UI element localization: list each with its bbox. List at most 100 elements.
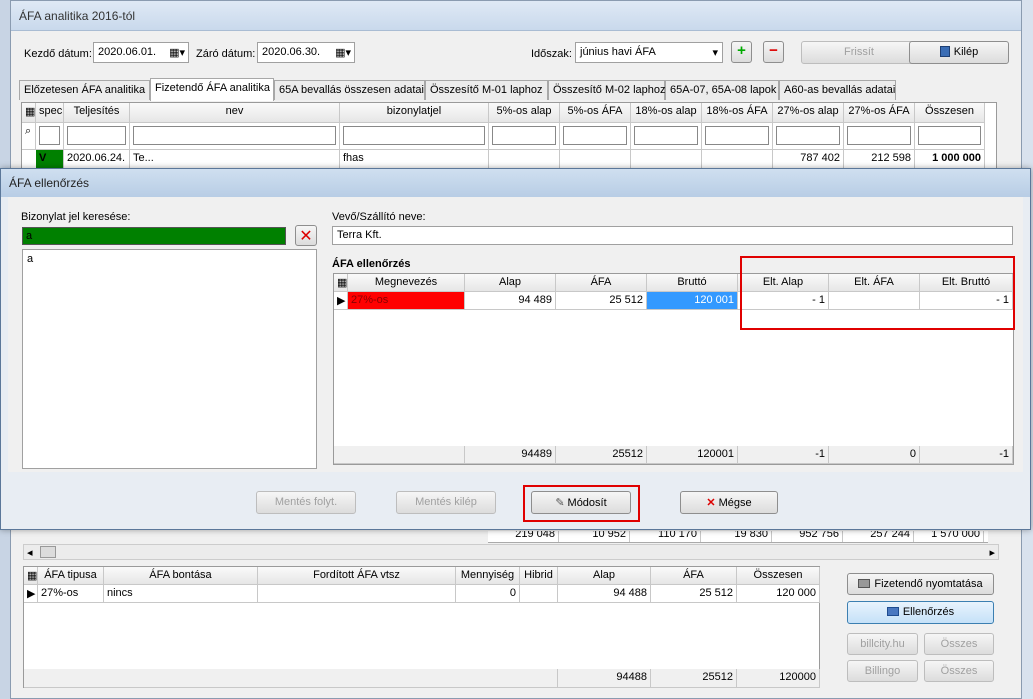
table-row-nev[interactable]: Te... (130, 150, 340, 169)
bottom-grid[interactable]: ▦ ÁFA tipusa ÁFA bontása Fordított ÁFA v… (23, 566, 820, 688)
tab-a60[interactable]: A60-as bevallás adatai (779, 80, 896, 100)
filter-5-alap[interactable] (489, 123, 560, 150)
scroll-left-icon[interactable]: ◂ (27, 546, 33, 559)
scroll-thumb[interactable] (40, 546, 56, 558)
end-date-field[interactable]: 2020.06.30. ▦▾ (257, 42, 355, 63)
table-row-megnevezes[interactable]: 27%-os (348, 292, 465, 310)
table-row-27-afa[interactable]: 212 598 (844, 150, 915, 169)
print-button[interactable]: Fizetendő nyomtatása (847, 573, 994, 595)
list-item-mennyiseg[interactable]: 0 (456, 585, 520, 603)
col-teljesites[interactable]: Teljesítés (64, 103, 130, 123)
table-row-afa[interactable]: 25 512 (556, 292, 647, 310)
table-row-teljesites[interactable]: 2020.06.24. (64, 150, 130, 169)
list-item-tipusa[interactable]: 27%-os (38, 585, 104, 603)
table-row-brutto[interactable]: 120 001 (647, 292, 738, 310)
list-item[interactable]: a (23, 250, 316, 268)
col-mennyiseg[interactable]: Mennyiség (456, 567, 520, 585)
cancel-button[interactable]: ✕ Mégse (680, 491, 778, 514)
table-row-osszesen[interactable]: 1 000 000 (915, 150, 985, 169)
start-date-field[interactable]: 2020.06.01. ▦▾ (93, 42, 189, 63)
osszes-button-1[interactable]: Összes (924, 633, 994, 655)
filter-bizonylatjel[interactable] (340, 123, 489, 150)
calendar-icon[interactable]: ▦▾ (169, 46, 185, 59)
total-27-afa: 257 244 (843, 531, 914, 542)
scroll-right-icon[interactable]: ▸ (989, 546, 995, 559)
filter-27-alap[interactable] (773, 123, 844, 150)
save-exit-button[interactable]: Mentés kilép (396, 491, 496, 514)
tab-fizetendo[interactable]: Fizetendő ÁFA analitika (150, 78, 274, 101)
table-row-alap[interactable]: 94 489 (465, 292, 556, 310)
partner-field[interactable]: Terra Kft. (332, 226, 1013, 245)
col-brutto[interactable]: Bruttó (647, 274, 738, 292)
tab-65a[interactable]: 65A bevallás összesen adatai (274, 80, 425, 100)
col-megnevezes[interactable]: Megnevezés (348, 274, 465, 292)
table-row-18-afa[interactable] (702, 150, 773, 169)
osszes-button-2[interactable]: Összes (924, 660, 994, 682)
exit-label: Kilép (953, 46, 979, 58)
top-grid[interactable]: ▦ spec Teljesítés nev bizonylatjel 5%-os… (21, 102, 997, 170)
col-nev[interactable]: nev (130, 103, 340, 123)
add-period-button[interactable]: + (731, 41, 752, 63)
table-row-27-alap[interactable]: 787 402 (773, 150, 844, 169)
col-alap[interactable]: Alap (465, 274, 556, 292)
col-spec[interactable]: spec (36, 103, 64, 123)
period-select[interactable]: június havi ÁFA ▾ (575, 42, 723, 63)
save-continue-button[interactable]: Mentés folyt. (256, 491, 356, 514)
list-item-alap[interactable]: 94 488 (558, 585, 651, 603)
filter-5-afa[interactable] (560, 123, 631, 150)
col-afa[interactable]: ÁFA (651, 567, 737, 585)
col-27-afa[interactable]: 27%-os ÁFA (844, 103, 915, 123)
list-item-forditott[interactable] (258, 585, 456, 603)
col-bizonylatjel[interactable]: bizonylatjel (340, 103, 489, 123)
col-18-afa[interactable]: 18%-os ÁFA (702, 103, 773, 123)
col-18-alap[interactable]: 18%-os alap (631, 103, 702, 123)
tab-elozetes[interactable]: Előzetesen ÁFA analitika (19, 80, 150, 100)
list-item-afa[interactable]: 25 512 (651, 585, 737, 603)
check-button[interactable]: Ellenőrzés (847, 601, 994, 624)
table-row-18-alap[interactable] (631, 150, 702, 169)
col-afa[interactable]: ÁFA (556, 274, 647, 292)
grid-settings-icon[interactable]: ▦ (24, 567, 38, 585)
modify-button[interactable]: ✎ Módosít (531, 491, 631, 514)
tab-m02[interactable]: Összesítő M-02 laphoz (548, 80, 666, 100)
grid-settings-icon[interactable]: ▦ (334, 274, 348, 292)
horizontal-scrollbar[interactable]: ◂ ▸ (23, 544, 999, 560)
clear-search-button[interactable]: ✕ (295, 225, 317, 246)
exit-button[interactable]: Kilép (909, 41, 1009, 64)
col-alap[interactable]: Alap (558, 567, 651, 585)
list-item-osszesen[interactable]: 120 000 (737, 585, 820, 603)
tab-65a07[interactable]: 65A-07, 65A-08 lapok (665, 80, 779, 100)
filter-osszesen[interactable] (915, 123, 985, 150)
col-osszesen-b[interactable]: Összesen (737, 567, 820, 585)
col-osszesen[interactable]: Összesen (915, 103, 985, 123)
list-item-hibrid[interactable] (520, 585, 558, 603)
col-27-alap[interactable]: 27%-os alap (773, 103, 844, 123)
filter-18-afa[interactable] (702, 123, 773, 150)
remove-period-button[interactable]: − (763, 41, 784, 63)
col-5-afa[interactable]: 5%-os ÁFA (560, 103, 631, 123)
tab-m01[interactable]: Összesítő M-01 laphoz (425, 80, 548, 100)
billcity-button[interactable]: billcity.hu (847, 633, 918, 655)
col-afa-bontasa[interactable]: ÁFA bontása (104, 567, 258, 585)
filter-teljesites[interactable] (64, 123, 130, 150)
col-afa-tipusa[interactable]: ÁFA tipusa (38, 567, 104, 585)
calendar-icon[interactable]: ▦▾ (335, 46, 351, 59)
col-hibrid[interactable]: Hibrid (520, 567, 558, 585)
table-row-spec[interactable]: V (36, 150, 64, 169)
grid-settings-icon[interactable]: ▦ (22, 103, 36, 123)
refresh-button[interactable]: Frissít (801, 41, 917, 64)
filter-nev[interactable] (130, 123, 340, 150)
billingo-button[interactable]: Billingo (847, 660, 918, 682)
col-forditott[interactable]: Fordított ÁFA vtsz (258, 567, 456, 585)
table-row-bizonylatjel[interactable]: fhas (340, 150, 489, 169)
search-input[interactable]: a (22, 227, 286, 245)
filter-18-alap[interactable] (631, 123, 702, 150)
table-row-5-afa[interactable] (560, 150, 631, 169)
filter-spec[interactable] (36, 123, 64, 150)
filter-27-afa[interactable] (844, 123, 915, 150)
list-item-bontasa[interactable]: nincs (104, 585, 258, 603)
chevron-down-icon[interactable]: ▾ (712, 46, 718, 59)
col-5-alap[interactable]: 5%-os alap (489, 103, 560, 123)
document-list[interactable]: a (22, 249, 317, 469)
table-row-5-alap[interactable] (489, 150, 560, 169)
